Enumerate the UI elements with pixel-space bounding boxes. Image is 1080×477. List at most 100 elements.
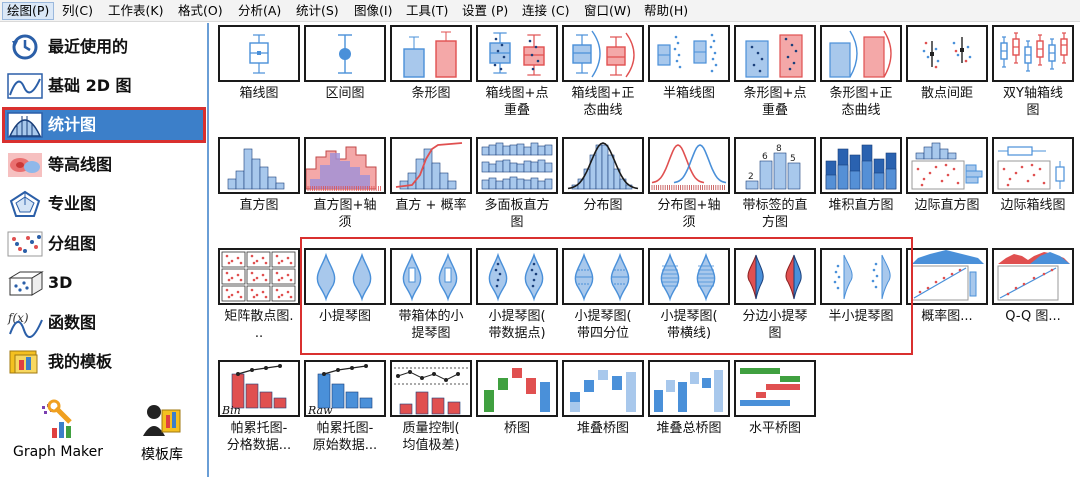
menu-item[interactable]: 统计(S) xyxy=(292,2,343,20)
svg-text:5: 5 xyxy=(790,154,796,164)
graph-tile-pareto-raw[interactable]: Raw 帕累托图- 原始数据... xyxy=(302,360,388,454)
svg-text:Bin: Bin xyxy=(221,404,241,415)
template-library-button[interactable]: 模板库 xyxy=(122,398,202,464)
graph-tile-histogram-rug[interactable]: 直方图+轴 须 xyxy=(302,137,388,231)
graph-tile-box-normal[interactable]: 箱线图+正 态曲线 xyxy=(560,25,646,119)
graph-tile-box[interactable]: 箱线图 xyxy=(216,25,302,102)
graph-tile-stacked-waterfall[interactable]: 堆叠桥图 xyxy=(560,360,646,437)
sidebar-item[interactable]: 我的模板 xyxy=(2,344,206,380)
graph-tile-histogram-prob[interactable]: 直方 + 概率 xyxy=(388,137,474,214)
graph-tile-violin-quartile[interactable]: 小提琴图( 带四分位 xyxy=(560,248,646,342)
pareto-raw-icon: Raw xyxy=(304,360,386,417)
menu-item[interactable]: 分析(A) xyxy=(234,2,285,20)
svg-text:6: 6 xyxy=(762,152,768,162)
histogram-icon xyxy=(218,137,300,194)
graph-tile-bar-dots[interactable]: 条形图+点 重叠 xyxy=(732,25,818,119)
marginal-histogram-icon xyxy=(906,137,988,194)
split-violin-icon xyxy=(734,248,816,305)
graph-tile-half-box[interactable]: 半箱线图 xyxy=(646,25,732,102)
sidebar-item[interactable]: 分组图 xyxy=(2,226,206,262)
graph-tile-stacked-total-waterfall[interactable]: 堆叠总桥图 xyxy=(646,360,732,437)
sidebar-item[interactable]: 统计图 xyxy=(2,107,206,143)
templates-icon xyxy=(6,347,44,377)
graph-tile-label: 概率图... xyxy=(921,309,973,324)
graph-tile-violin-box[interactable]: 带箱体的小 提琴图 xyxy=(388,248,474,342)
graph-tile-label: 箱线图 xyxy=(239,86,279,101)
graph-tile-scatter-interval[interactable]: 散点间距 xyxy=(904,25,990,102)
graph-tile-label: 直方图 xyxy=(239,198,279,213)
sidebar-item[interactable]: 专业图 xyxy=(2,186,206,222)
graph-tile-probability[interactable]: 概率图... xyxy=(904,248,990,325)
graph-tile-histogram[interactable]: 直方图 xyxy=(216,137,302,214)
graph-tile-waterfall[interactable]: 桥图 xyxy=(474,360,560,437)
graph-tile-box-dots[interactable]: 箱线图+点 重叠 xyxy=(474,25,560,119)
sidebar-item-label: 专业图 xyxy=(48,194,97,213)
sidebar-item[interactable]: 最近使用的 xyxy=(2,29,206,65)
menu-item[interactable]: 帮助(H) xyxy=(640,2,692,20)
menu-item[interactable]: 窗口(W) xyxy=(580,2,635,20)
sidebar-item[interactable]: 基础 2D 图 xyxy=(2,68,206,104)
menu-item[interactable]: 图像(I) xyxy=(350,2,396,20)
sidebar-item[interactable]: 等高线图 xyxy=(2,147,206,183)
graph-tile-scatter-matrix[interactable]: 矩阵散点图. .. xyxy=(216,248,302,342)
graph-tile-interval[interactable]: 区间图 xyxy=(302,25,388,102)
graph-tile-label: 直方 + 概率 xyxy=(395,198,467,213)
graph-tile-multi-panel[interactable]: 多面板直方 图 xyxy=(474,137,560,231)
specialized-icon xyxy=(6,189,44,219)
graph-tile-violin-stick[interactable]: 小提琴图( 带横线) xyxy=(646,248,732,342)
graph-tile-label: 帕累托图- 原始数据... xyxy=(312,421,378,453)
graph-tile-bar[interactable]: 条形图 xyxy=(388,25,474,102)
double-y-box-icon xyxy=(992,25,1074,82)
graph-tile-bar-normal[interactable]: 条形图+正 态曲线 xyxy=(818,25,904,119)
graph-tile-horizontal-waterfall[interactable]: 水平桥图 xyxy=(732,360,818,437)
graph-tile-split-violin[interactable]: 分边小提琴 图 xyxy=(732,248,818,342)
bar-icon xyxy=(390,25,472,82)
horizontal-waterfall-icon xyxy=(734,360,816,417)
menu-item[interactable]: 工具(T) xyxy=(402,2,452,20)
menu-item[interactable]: 连接 (C) xyxy=(518,2,573,20)
violin-stick-icon xyxy=(648,248,730,305)
violin-quartile-icon xyxy=(562,248,644,305)
histogram-prob-icon xyxy=(390,137,472,194)
qq-icon xyxy=(992,248,1074,305)
menu-bar: 绘图(P) 列(C) 工作表(K) 格式(O) 分析(A) 统计(S) 图像(I) 工具(T)… xyxy=(0,0,1080,22)
graph-tile-half-violin[interactable]: 半小提琴图 xyxy=(818,248,904,325)
graph-tile-qq[interactable]: Q-Q 图... xyxy=(990,248,1076,325)
graph-tile-distribution[interactable]: 分布图 xyxy=(560,137,646,214)
sidebar-item-label: 最近使用的 xyxy=(48,37,129,56)
graph-tile-label: 边际直方图 xyxy=(914,198,980,213)
menu-item[interactable]: 工作表(K) xyxy=(104,2,167,20)
graph-tile-label: 矩阵散点图. .. xyxy=(224,309,294,341)
graph-tile-label: 分边小提琴 图 xyxy=(742,309,808,341)
graph-tile-violin[interactable]: 小提琴图 xyxy=(302,248,388,325)
sidebar-item-label: 统计图 xyxy=(48,115,97,134)
graph-tile-label: 双Y轴箱线 图 xyxy=(1003,86,1063,118)
sidebar-item[interactable]: 3D xyxy=(2,265,206,301)
graph-tile-marginal-box[interactable]: 边际箱线图 xyxy=(990,137,1076,214)
graph-tile-label: 小提琴图( 带数据点) xyxy=(488,309,546,341)
graph-maker-button[interactable]: Graph Maker xyxy=(6,398,110,460)
graph-tile-violin-points[interactable]: 小提琴图( 带数据点) xyxy=(474,248,560,342)
graph-maker-label: Graph Maker xyxy=(12,444,104,460)
graph-tile-marginal-histogram[interactable]: 边际直方图 xyxy=(904,137,990,214)
menu-item[interactable]: 列(C) xyxy=(58,2,97,20)
menu-item[interactable]: 格式(O) xyxy=(174,2,227,20)
distribution-rug-icon xyxy=(648,137,730,194)
graph-tile-labeled-histogram[interactable]: 2 6 8 5 带标签的直 方图 xyxy=(732,137,818,231)
menu-item[interactable]: 绘图(P) xyxy=(2,2,55,20)
graph-tile-label: 半小提琴图 xyxy=(828,309,894,324)
graph-tile-qc[interactable]: 质量控制( 均值极差) xyxy=(388,360,474,454)
graph-tile-stacked-histogram[interactable]: 堆积直方图 xyxy=(818,137,904,214)
graph-tile-distribution-rug[interactable]: 分布图+轴 须 xyxy=(646,137,732,231)
graph-tile-label: 带箱体的小 提琴图 xyxy=(398,309,464,341)
graph-tile-label: 帕累托图- 分格数据... xyxy=(226,421,292,453)
menu-item[interactable]: 设置 (P) xyxy=(458,2,512,20)
graph-tile-double-y-box[interactable]: 双Y轴箱线 图 xyxy=(990,25,1076,119)
histogram-rug-icon xyxy=(304,137,386,194)
sidebar-item-label: 函数图 xyxy=(48,313,97,332)
graph-tile-pareto-binned[interactable]: Bin 帕累托图- 分格数据... xyxy=(216,360,302,454)
scatter-interval-icon xyxy=(906,25,988,82)
sidebar-item-label: 等高线图 xyxy=(48,155,113,174)
box-dots-icon xyxy=(476,25,558,82)
sidebar-item[interactable]: f(x) 函数图 xyxy=(2,305,206,341)
